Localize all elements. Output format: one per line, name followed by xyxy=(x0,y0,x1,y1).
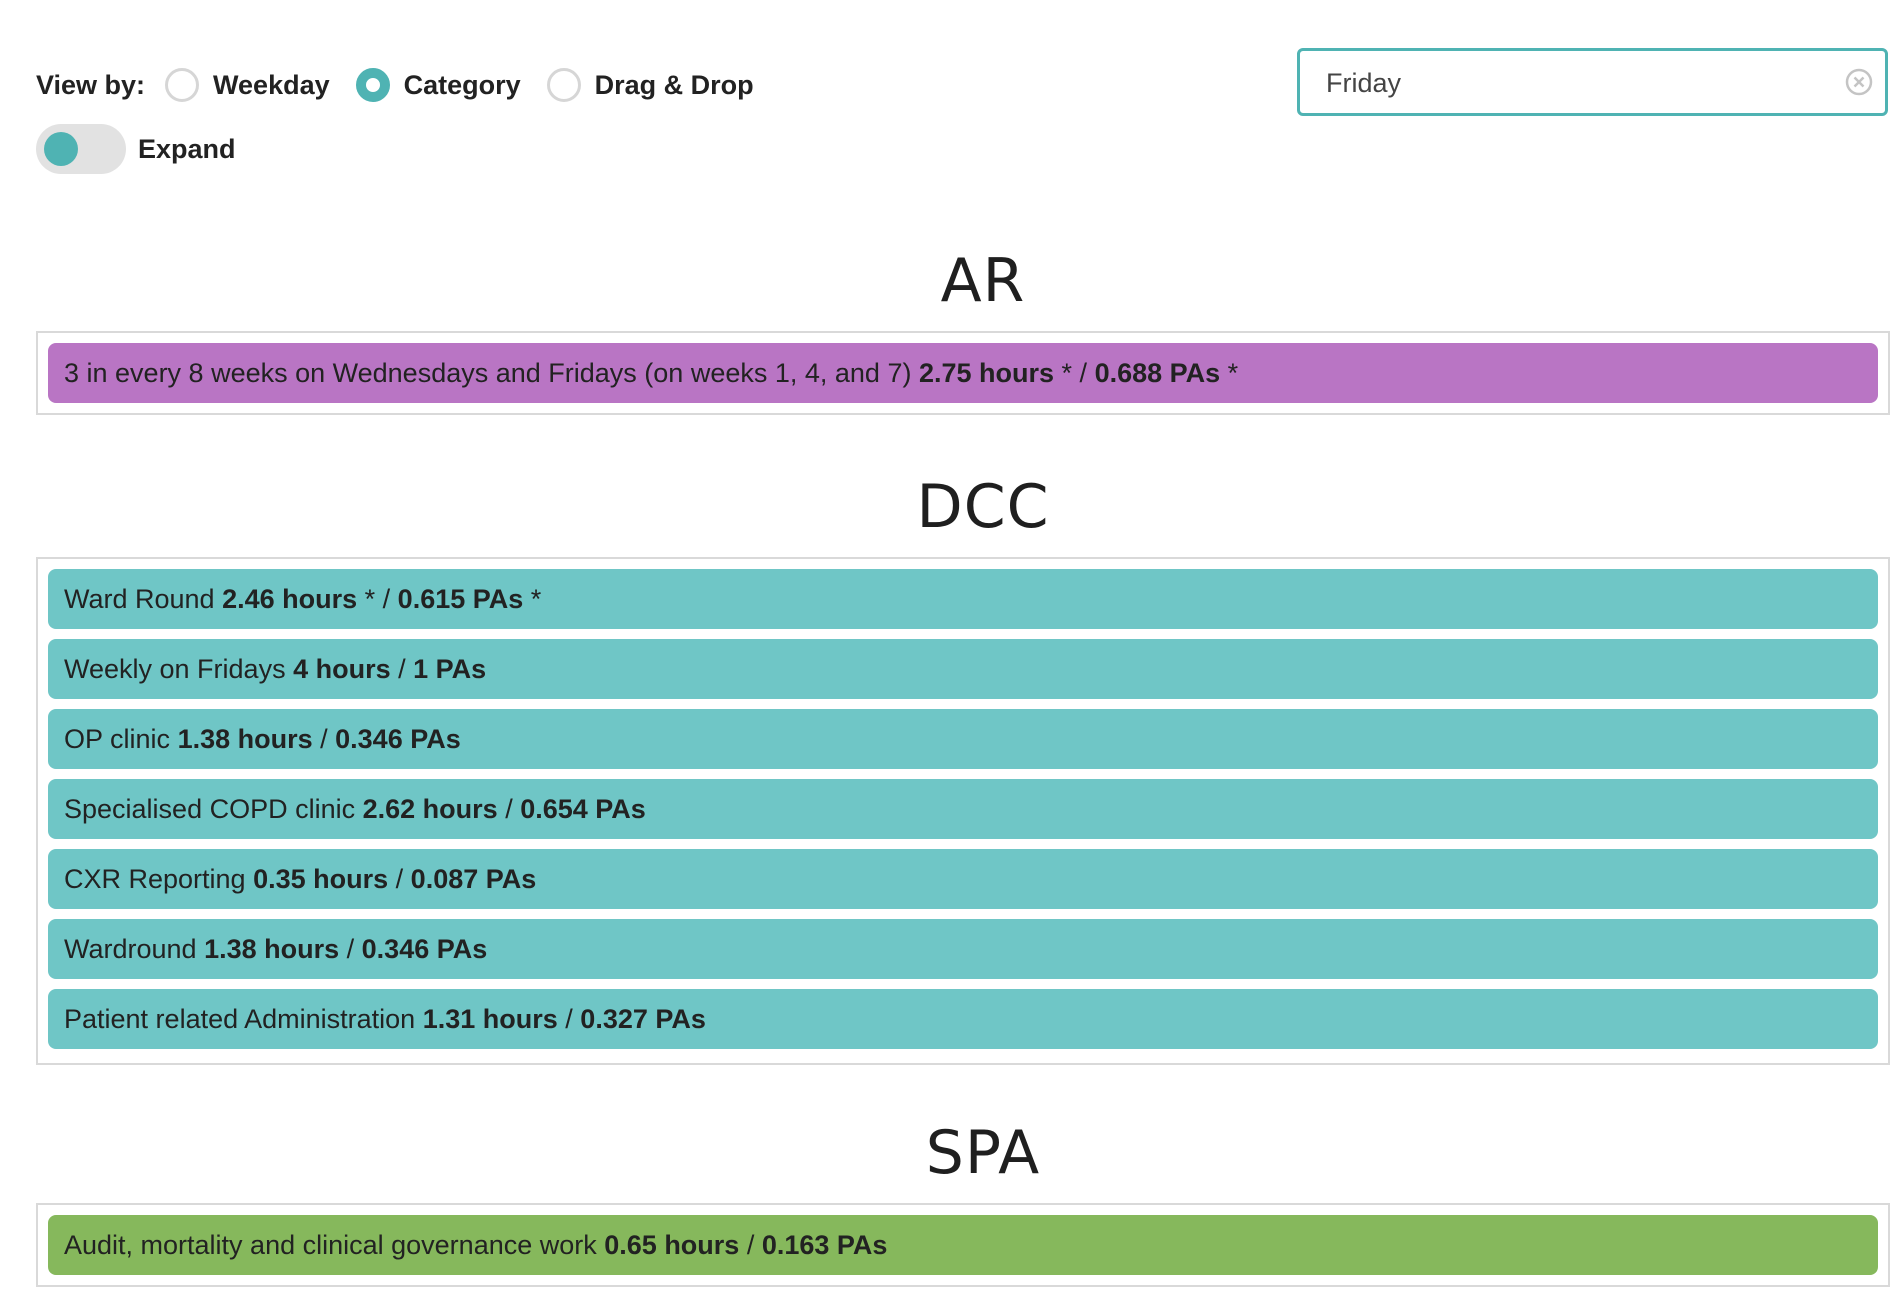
expand-label: Expand xyxy=(138,133,236,164)
radio-weekday[interactable] xyxy=(165,68,200,102)
activity-item[interactable]: 3 in every 8 weeks on Wednesdays and Fri… xyxy=(48,343,1878,403)
activity-item[interactable]: CXR Reporting 0.35 hours / 0.087 PAs xyxy=(48,849,1878,909)
activity-hours: 0.65 hours xyxy=(604,1229,740,1260)
activity-separator: / xyxy=(557,1003,581,1034)
section-title-dcc: DCC xyxy=(916,472,1050,542)
activity-name: Patient related Administration xyxy=(64,1003,416,1034)
activity-name: 3 in every 8 weeks on Wednesdays and Fri… xyxy=(64,357,912,388)
view-option-weekday[interactable]: Weekday xyxy=(165,68,330,102)
activity-item[interactable]: Wardround 1.38 hours / 0.346 PAs xyxy=(48,919,1878,979)
activity-name: CXR Reporting xyxy=(64,863,246,894)
section-panel-spa: Audit, mortality and clinical governance… xyxy=(36,1203,1890,1287)
view-option-drag-drop-label: Drag & Drop xyxy=(594,69,754,100)
activity-hours: 0.35 hours xyxy=(253,863,389,894)
activity-separator: / xyxy=(497,793,521,824)
activity-separator: / xyxy=(739,1229,762,1260)
clear-search-icon[interactable] xyxy=(1845,68,1873,96)
activity-separator: * / xyxy=(1054,357,1095,388)
activity-hours: 1.38 hours xyxy=(204,933,340,964)
view-option-category[interactable]: Category xyxy=(355,68,521,102)
activity-pas: 0.087 PAs xyxy=(410,863,537,894)
activity-hours: 1.31 hours xyxy=(422,1003,558,1034)
radio-category[interactable] xyxy=(355,68,390,102)
section-title-spa: SPA xyxy=(925,1118,1041,1188)
search-input[interactable] xyxy=(1326,65,1826,101)
activity-separator: / xyxy=(390,653,414,684)
section-title-ar: AR xyxy=(940,246,1026,316)
activity-name: Specialised COPD clinic xyxy=(64,793,356,824)
toggle-knob xyxy=(44,132,78,166)
view-by-label: View by: xyxy=(36,69,146,100)
activity-pas: 0.688 PAs xyxy=(1094,357,1221,388)
activity-asterisk: * xyxy=(523,583,542,614)
activity-pas: 0.327 PAs xyxy=(580,1003,706,1034)
activity-pas: 0.163 PAs xyxy=(761,1229,888,1260)
activity-name: Wardround xyxy=(64,933,197,964)
expand-toggle[interactable] xyxy=(36,124,126,174)
activity-pas: 0.346 PAs xyxy=(335,723,461,754)
search-box xyxy=(1297,48,1888,116)
activity-pas: 0.346 PAs xyxy=(361,933,488,964)
activity-hours: 2.75 hours xyxy=(918,357,1055,388)
activity-name: OP clinic xyxy=(64,723,171,754)
activity-separator: / xyxy=(312,723,336,754)
activity-hours: 2.62 hours xyxy=(362,793,498,824)
activity-name: Weekly on Fridays xyxy=(64,653,286,684)
activity-item[interactable]: Ward Round 2.46 hours * / 0.615 PAs * xyxy=(48,569,1878,629)
activity-name: Audit, mortality and clinical governance… xyxy=(64,1229,597,1260)
activity-item[interactable]: Weekly on Fridays 4 hours / 1 PAs xyxy=(48,639,1878,699)
activity-item[interactable]: OP clinic 1.38 hours / 0.346 PAs xyxy=(48,709,1878,769)
activity-hours: 2.46 hours xyxy=(222,583,358,614)
activity-separator: / xyxy=(388,863,411,894)
activity-separator: / xyxy=(339,933,362,964)
section-panel-ar: 3 in every 8 weeks on Wednesdays and Fri… xyxy=(36,331,1890,415)
radio-drag-drop[interactable] xyxy=(546,68,581,102)
activity-pas: 0.654 PAs xyxy=(520,793,646,824)
activity-pas: 1 PAs xyxy=(413,653,487,684)
section-panel-dcc: Ward Round 2.46 hours * / 0.615 PAs * We… xyxy=(36,557,1890,1065)
view-option-drag-drop[interactable]: Drag & Drop xyxy=(546,68,754,102)
view-option-category-label: Category xyxy=(403,69,521,100)
activity-separator: * / xyxy=(357,583,398,614)
activity-pas: 0.615 PAs xyxy=(397,583,524,614)
activity-item[interactable]: Specialised COPD clinic 2.62 hours / 0.6… xyxy=(48,779,1878,839)
expand-control: Expand xyxy=(36,124,236,174)
view-by-controls: View by: Weekday Category Drag & Drop xyxy=(36,62,780,108)
activity-name: Ward Round xyxy=(64,583,215,614)
view-option-weekday-label: Weekday xyxy=(213,69,330,100)
activity-item[interactable]: Audit, mortality and clinical governance… xyxy=(48,1215,1878,1275)
activity-hours: 1.38 hours xyxy=(177,723,313,754)
activity-item[interactable]: Patient related Administration 1.31 hour… xyxy=(48,989,1878,1049)
activity-hours: 4 hours xyxy=(293,653,391,684)
activity-asterisk: * xyxy=(1220,357,1239,388)
